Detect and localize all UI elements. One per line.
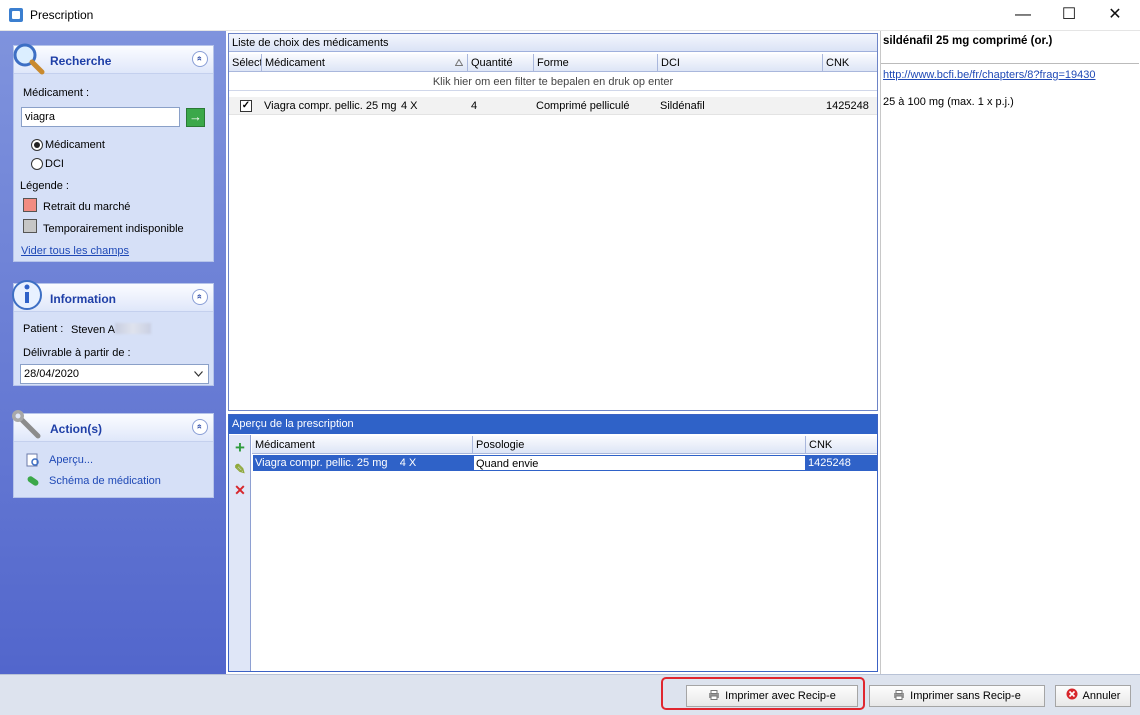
add-icon[interactable]: +	[233, 439, 247, 456]
delete-icon[interactable]: ✕	[233, 483, 247, 497]
col-select[interactable]: Sélect	[229, 54, 262, 72]
radio-medicament[interactable]	[31, 139, 43, 151]
drug-list-panel: Liste de choix des médicaments Sélect Mé…	[228, 33, 878, 411]
legend-label: Légende :	[20, 180, 69, 192]
prow-posologie[interactable]: Quand envie	[473, 455, 806, 471]
date-value: 28/04/2020	[24, 368, 80, 380]
search-input[interactable]: viagra	[21, 107, 180, 127]
chevron-down-icon	[194, 371, 203, 377]
information-box-title: Information	[50, 292, 116, 306]
pcol-posologie[interactable]: Posologie	[473, 436, 806, 454]
window-title: Prescription	[30, 8, 94, 22]
close-button[interactable]: ✕	[1092, 0, 1138, 31]
edit-icon[interactable]: ✎	[233, 462, 247, 476]
clear-fields-link[interactable]: Vider tous les champs	[21, 245, 129, 257]
cancel-button[interactable]: Annuler	[1055, 685, 1131, 707]
search-box-header: Recherche «	[13, 43, 213, 75]
info-icon	[12, 280, 42, 310]
row-forme: Comprimé pelliculé	[536, 100, 630, 112]
wrench-icon	[12, 410, 41, 439]
row-quantite: 4	[471, 100, 478, 112]
row-medicament: Viagra compr. pellic. 25 mg	[264, 100, 397, 112]
print-no-recipe-label: Imprimer sans Recip-e	[910, 690, 1021, 702]
information-box: Information « Patient : Steven A Délivra…	[12, 280, 214, 386]
col-cnk[interactable]: CNK	[823, 54, 877, 72]
preview-icon	[26, 453, 39, 467]
redacted-blur	[115, 323, 152, 334]
patient-name: Steven A	[71, 323, 152, 336]
prescription-preview-title: Aperçu de la prescription	[229, 415, 877, 434]
legend-withdrawn-swatch	[23, 198, 37, 212]
col-quantite[interactable]: Quantité	[468, 54, 534, 72]
date-select[interactable]: 28/04/2020	[20, 364, 209, 384]
table-row[interactable]: ✓ Viagra compr. pellic. 25 mg 4 X 4 Comp…	[229, 97, 877, 115]
search-box-title: Recherche	[50, 54, 112, 68]
highlight-annotation	[661, 677, 865, 710]
medicament-label: Médicament :	[23, 87, 90, 99]
prow-medicament: Viagra compr. pellic. 25 mg 4 X	[253, 455, 473, 471]
collapse-icon: «	[195, 55, 206, 62]
title-bar: Prescription — ☐ ✕	[0, 0, 1140, 31]
actions-box-title: Action(s)	[50, 422, 102, 436]
sort-asc-icon	[455, 59, 463, 66]
row-cnk: 1425248	[826, 100, 869, 112]
actions-collapse-button[interactable]: «	[192, 419, 208, 435]
col-dci[interactable]: DCI	[658, 54, 823, 72]
radio-medicament-label: Médicament	[45, 139, 105, 151]
print-no-recipe-button[interactable]: Imprimer sans Recip-e	[869, 685, 1045, 707]
info-separator	[881, 63, 1139, 64]
col-forme[interactable]: Forme	[534, 54, 658, 72]
drug-list-title: Liste de choix des médicaments	[229, 34, 877, 52]
prescription-row[interactable]: Viagra compr. pellic. 25 mg 4 X Quand en…	[253, 455, 877, 471]
radio-dci-label: DCI	[45, 158, 64, 170]
bcfi-link[interactable]: http://www.bcfi.be/fr/chapters/8?frag=19…	[883, 69, 1096, 81]
row-pack: 4 X	[401, 100, 418, 112]
magnifier-icon	[13, 43, 45, 75]
search-collapse-button[interactable]: «	[192, 51, 208, 67]
search-go-button[interactable]: →	[186, 108, 205, 127]
printer-icon	[894, 690, 905, 700]
information-box-header: Information «	[12, 280, 213, 312]
dosage-text: 25 à 100 mg (max. 1 x p.j.)	[883, 96, 1014, 108]
prescription-preview-panel: Aperçu de la prescription + ✎ ✕ Médicame…	[228, 414, 878, 672]
prow-cnk: 1425248	[806, 455, 877, 471]
collapse-icon: «	[195, 293, 206, 300]
col-medicament[interactable]: Médicament	[262, 54, 468, 72]
minimize-button[interactable]: —	[1000, 0, 1046, 31]
row-dci: Sildénafil	[660, 100, 705, 112]
preview-link[interactable]: Aperçu...	[49, 454, 93, 466]
cancel-icon	[1066, 688, 1078, 700]
search-box: Recherche « Médicament : viagra → Médica…	[13, 43, 214, 262]
cancel-label: Annuler	[1082, 690, 1121, 702]
row-checkbox[interactable]: ✓	[240, 100, 252, 112]
deliverable-label: Délivrable à partir de :	[23, 347, 131, 359]
actions-box: Action(s) « Aperçu... Schéma de médicati…	[12, 410, 214, 498]
medication-schema-link[interactable]: Schéma de médication	[49, 475, 161, 487]
info-title: sildénafil 25 mg comprimé (or.)	[883, 35, 1053, 47]
legend-withdrawn-label: Retrait du marché	[43, 201, 131, 213]
bottom-bar: Imprimer avec Recip-e Imprimer sans Reci…	[0, 674, 1140, 715]
legend-unavailable-label: Temporairement indisponible	[43, 223, 184, 235]
left-panel: Recherche « Médicament : viagra → Médica…	[0, 31, 226, 674]
pcol-cnk[interactable]: CNK	[806, 436, 877, 454]
radio-dci[interactable]	[31, 158, 43, 170]
pill-icon	[27, 476, 39, 486]
patient-label: Patient :	[23, 323, 64, 335]
information-collapse-button[interactable]: «	[192, 289, 208, 305]
preview-toolbar: + ✎ ✕	[229, 435, 251, 671]
actions-box-header: Action(s) «	[12, 410, 213, 442]
info-panel: sildénafil 25 mg comprimé (or.) http://w…	[880, 31, 1140, 674]
collapse-icon: «	[195, 423, 206, 430]
filter-row[interactable]: Klik hier om een filter te bepalen en dr…	[229, 73, 877, 91]
app-icon	[9, 8, 23, 22]
col-medicament-label: Médicament	[265, 57, 325, 69]
legend-unavailable-swatch	[23, 219, 37, 233]
pcol-medicament[interactable]: Médicament	[252, 436, 473, 454]
maximize-button[interactable]: ☐	[1046, 0, 1092, 31]
